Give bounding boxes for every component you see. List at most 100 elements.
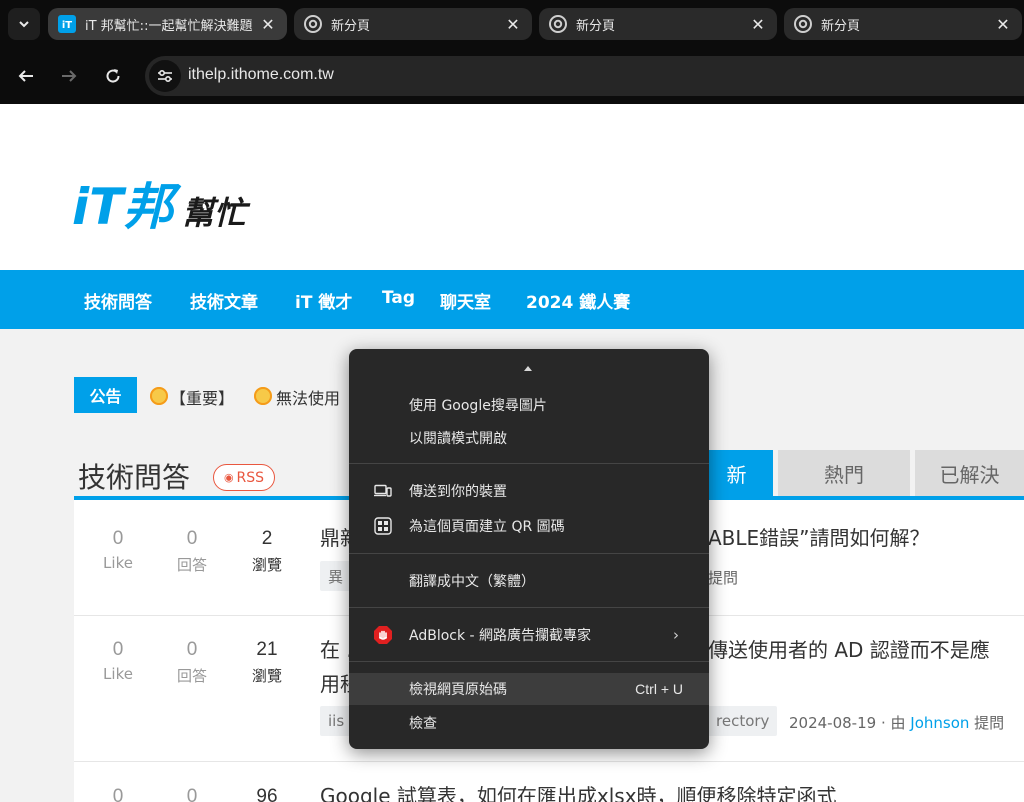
question-meta: 2024-08-19 · 由 Johnson 提問	[789, 712, 1004, 733]
svg-text:幫忙: 幫忙	[182, 194, 251, 232]
tune-icon	[158, 69, 172, 83]
view-number: 21	[256, 639, 278, 660]
view-label: 瀏覽	[251, 556, 282, 574]
view-count: 21 瀏覽	[237, 639, 297, 686]
tab-latest[interactable]: 新	[700, 450, 773, 496]
devices-icon	[373, 481, 393, 501]
like-count: 0 Like	[88, 639, 148, 683]
close-icon[interactable]: ✕	[994, 15, 1012, 34]
adblock-icon	[373, 625, 393, 645]
tab-new-1[interactable]: 新分頁 ✕	[294, 8, 532, 40]
close-icon[interactable]: ✕	[259, 15, 277, 34]
back-button[interactable]	[12, 62, 40, 90]
view-count: 96	[237, 786, 297, 802]
chrome-icon	[549, 15, 567, 33]
question-tag[interactable]: 異	[320, 561, 352, 591]
like-label: Like	[103, 554, 133, 572]
site-header: iT邦 幫忙	[0, 104, 1024, 270]
nav-qa[interactable]: 技術問答	[84, 288, 152, 313]
view-count: 2 瀏覽	[237, 528, 297, 575]
address-bar[interactable]: ithelp.ithome.com.tw	[145, 56, 1024, 96]
chevron-down-icon	[19, 21, 29, 28]
question-tag[interactable]: iis	[320, 706, 353, 736]
like-label: Like	[103, 665, 133, 683]
answer-count: 0	[162, 786, 222, 802]
menu-item-send-to-device[interactable]: 傳送到你的裝置	[349, 475, 709, 507]
like-count: 0 Like	[88, 528, 148, 572]
nav-ironman[interactable]: 2024 鐵人賽	[526, 288, 630, 313]
menu-item-search-image[interactable]: 使用 Google搜尋圖片	[349, 389, 709, 421]
menu-item-shortcut: Ctrl + U	[635, 681, 683, 697]
menu-separator	[349, 553, 709, 554]
arrow-left-icon	[18, 70, 33, 82]
menu-item-qr-code[interactable]: 為這個頁面建立 QR 圖碼	[349, 510, 709, 542]
answer-label: 回答	[176, 667, 207, 685]
ithelp-favicon-icon: iT	[58, 15, 76, 33]
tab-hot[interactable]: 熱門	[778, 450, 910, 496]
tab-search-button[interactable]	[8, 8, 40, 40]
question-title[interactable]: 在 .	[320, 634, 353, 663]
nav-chat[interactable]: 聊天室	[440, 288, 491, 313]
menu-item-label: 以閱讀模式開啟	[409, 431, 507, 447]
question-meta-suffix: 提問	[974, 714, 1005, 732]
view-number: 96	[256, 786, 278, 802]
reload-icon	[106, 69, 120, 83]
main-navigation: 技術問答 技術文章 iT 徵才 Tag 聊天室 2024 鐵人賽	[0, 270, 1024, 329]
close-icon[interactable]: ✕	[749, 15, 767, 34]
question-date: 2024-08-19 · 由	[789, 714, 906, 732]
menu-item-view-source[interactable]: 檢視網頁原始碼 Ctrl + U	[349, 673, 709, 705]
question-title-right[interactable]: ABLE錯誤”請問如何解？	[708, 522, 930, 551]
menu-item-inspect[interactable]: 檢查	[349, 707, 709, 739]
ithelp-logo[interactable]: iT邦 幫忙	[72, 172, 262, 232]
question-meta: 提問	[708, 569, 739, 587]
answer-count: 0 回答	[162, 639, 222, 686]
context-menu: 使用 Google搜尋圖片 以閱讀模式開啟 傳送到你的裝置 為這個頁面建立 QR…	[349, 349, 709, 749]
tab-ithelp[interactable]: iT iT 邦幫忙::一起幫忙解決難題 ✕	[48, 8, 287, 40]
tab-solved[interactable]: 已解決	[915, 450, 1024, 496]
rss-icon: ◉	[223, 471, 234, 484]
nav-articles[interactable]: 技術文章	[190, 288, 258, 313]
tab-title: 新分頁	[821, 18, 861, 34]
browser-tab-strip: iT iT 邦幫忙::一起幫忙解決難題 ✕ 新分頁 ✕ 新分頁 ✕ 新分頁 ✕	[0, 0, 1024, 48]
forward-button[interactable]	[55, 62, 83, 90]
menu-item-adblock[interactable]: AdBlock - 網路廣告攔截專家 ›	[349, 619, 709, 651]
rss-label: RSS	[236, 469, 265, 486]
rss-button[interactable]: ◉ RSS	[213, 464, 275, 491]
menu-item-label: 檢視網頁原始碼	[409, 682, 507, 698]
chrome-icon	[794, 15, 812, 33]
svg-text:iT邦: iT邦	[72, 178, 182, 232]
announcement-text[interactable]: 無法使用	[276, 385, 340, 409]
menu-item-label: 翻譯成中文（繁體）	[409, 574, 535, 590]
section-title: 技術問答	[78, 461, 191, 494]
tab-title: 新分頁	[576, 18, 616, 34]
question-title[interactable]: Google 試算表，如何在匯出成xlsx時，順便移除特定函式	[320, 780, 837, 802]
caret-up-icon[interactable]	[524, 366, 532, 371]
like-count: 0	[88, 786, 148, 802]
arrow-right-icon	[62, 70, 77, 82]
reload-button[interactable]	[99, 62, 127, 90]
announcement-prefix[interactable]: 【重要】	[170, 385, 234, 409]
menu-item-label: 傳送到你的裝置	[409, 484, 507, 500]
answer-count: 0 回答	[162, 528, 222, 575]
chevron-right-icon: ›	[673, 626, 679, 644]
url-text: ithelp.ithome.com.tw	[188, 66, 334, 83]
site-info-button[interactable]	[149, 60, 181, 92]
question-author[interactable]: Johnson	[910, 714, 969, 732]
menu-item-label: 使用 Google搜尋圖片	[409, 398, 547, 414]
nav-jobs[interactable]: iT 徵才	[295, 288, 352, 313]
browser-toolbar: ithelp.ithome.com.tw	[0, 48, 1024, 104]
tab-new-2[interactable]: 新分頁 ✕	[539, 8, 777, 40]
menu-separator	[349, 607, 709, 608]
menu-separator	[349, 661, 709, 662]
menu-item-label: AdBlock - 網路廣告攔截專家	[409, 628, 592, 644]
close-icon[interactable]: ✕	[504, 15, 522, 34]
sun-icon	[254, 387, 272, 405]
menu-item-reading-mode[interactable]: 以閱讀模式開啟	[349, 422, 709, 454]
tab-new-3[interactable]: 新分頁 ✕	[784, 8, 1022, 40]
question-tag[interactable]: rectory	[708, 706, 778, 736]
view-number: 2	[261, 528, 273, 549]
menu-separator	[349, 463, 709, 464]
nav-tag[interactable]: Tag	[382, 288, 415, 308]
menu-item-translate[interactable]: 翻譯成中文（繁體）	[349, 565, 709, 597]
question-title-right[interactable]: 傳送使用者的 AD 認證而不是應	[708, 634, 990, 663]
